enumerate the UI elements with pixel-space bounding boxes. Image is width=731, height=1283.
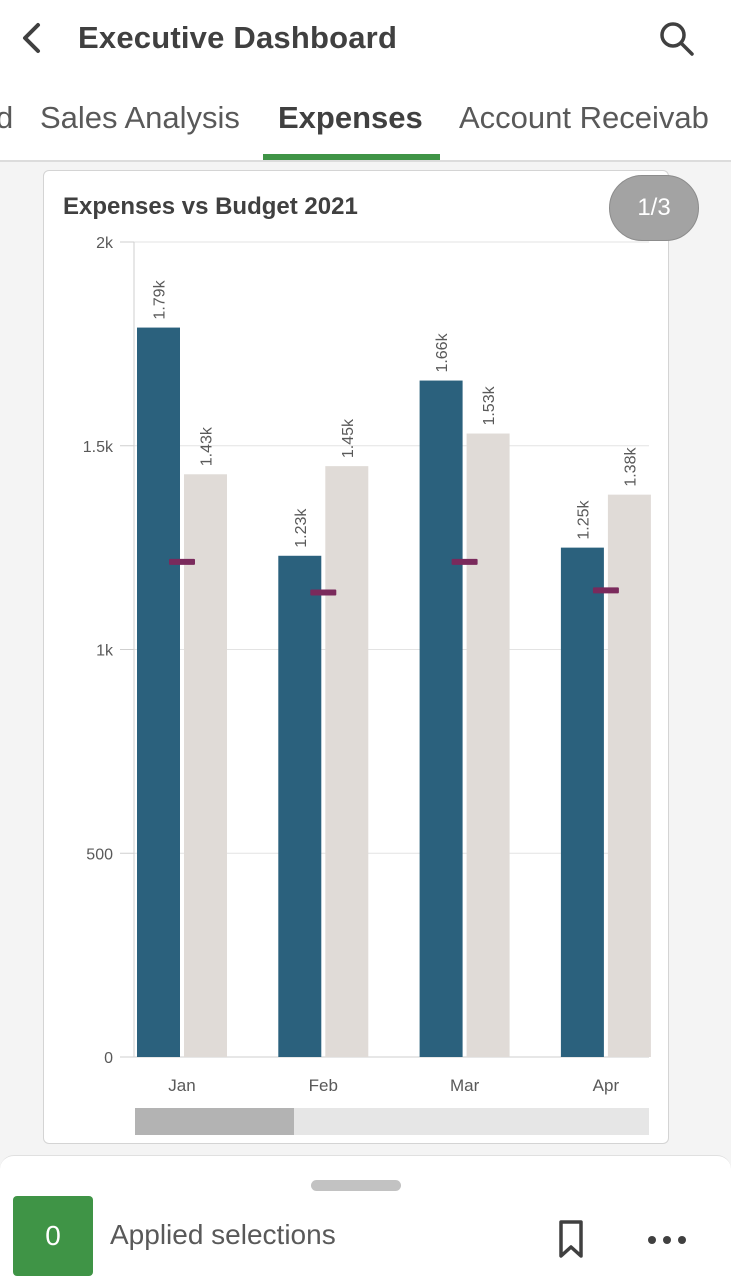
sheet-tabs: d Sales Analysis Expenses Account Receiv… bbox=[0, 78, 731, 162]
back-button[interactable] bbox=[14, 18, 48, 58]
selection-count-badge[interactable]: 0 bbox=[13, 1196, 93, 1276]
chart-scrollbar-thumb[interactable] bbox=[135, 1108, 295, 1135]
chart-scrollbar[interactable] bbox=[135, 1108, 649, 1135]
search-button[interactable] bbox=[654, 16, 700, 62]
drag-handle[interactable] bbox=[311, 1180, 401, 1191]
bookmark-icon bbox=[559, 1220, 583, 1258]
chevron-left-icon bbox=[23, 23, 40, 53]
selections-bar: 0 Applied selections bbox=[0, 1155, 731, 1283]
applied-selections-label[interactable]: Applied selections bbox=[110, 1219, 336, 1251]
more-horizontal-icon bbox=[648, 1236, 686, 1244]
chart-card[interactable]: Expenses vs Budget 2021 bbox=[43, 170, 669, 1144]
active-tab-indicator bbox=[263, 154, 440, 160]
bookmark-button[interactable] bbox=[551, 1214, 591, 1264]
tab-expenses[interactable]: Expenses bbox=[278, 100, 423, 136]
more-options-button[interactable] bbox=[641, 1222, 693, 1258]
app-header: Executive Dashboard bbox=[0, 0, 731, 78]
search-icon bbox=[660, 22, 694, 56]
chart-title: Expenses vs Budget 2021 bbox=[63, 193, 358, 220]
tab-sales-analysis[interactable]: Sales Analysis bbox=[40, 100, 240, 136]
tab-dashboard-partial[interactable]: d bbox=[0, 100, 13, 136]
tab-account-receivable[interactable]: Account Receivab bbox=[459, 100, 709, 136]
page-indicator-badge[interactable]: 1/3 bbox=[609, 175, 699, 241]
page-title: Executive Dashboard bbox=[78, 20, 398, 55]
